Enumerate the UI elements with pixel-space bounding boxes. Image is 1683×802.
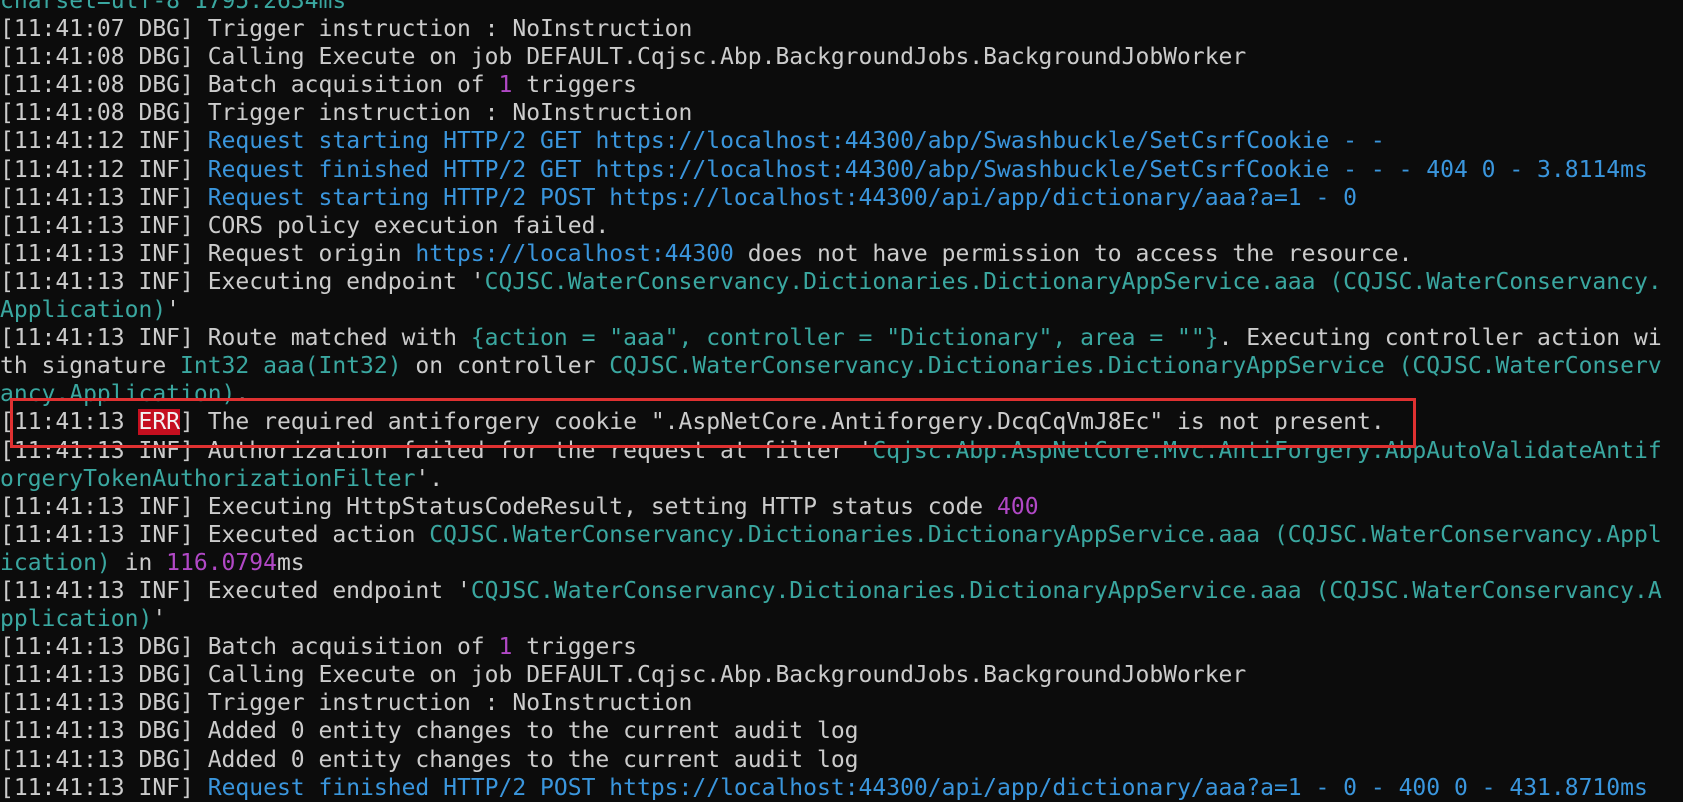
log-segment: [11:41:07 DBG] Trigger instruction : NoI… — [0, 16, 693, 43]
log-segment: [11:41:13 INF] Authorization failed for … — [0, 437, 873, 464]
log-segment: [11:41:08 DBG] Calling Execute on job DE… — [0, 44, 1247, 71]
log-segment: ' — [152, 606, 167, 633]
log-line: [11:41:13 DBG] Batch acquisition of 1 tr… — [0, 633, 1683, 661]
log-segment: [11:41:13 INF] — [0, 774, 208, 801]
log-segment: [11:41:13 DBG] Added 0 entity changes to… — [0, 746, 859, 773]
log-segment: [11:41:12 INF] — [0, 128, 208, 155]
log-line: [11:41:13 INF] Route matched with {actio… — [0, 324, 1683, 352]
log-line: [11:41:13 INF] Executed action CQJSC.Wat… — [0, 521, 1683, 549]
log-line: [11:41:13 INF] Request starting HTTP/2 P… — [0, 184, 1683, 212]
log-segment: . — [235, 381, 250, 408]
log-line: pplication)' — [0, 605, 1683, 633]
log-segment: CQJSC.WaterConservancy.Dictionaries.Dict… — [484, 268, 1662, 295]
log-segment: Request finished HTTP/2 GET https://loca… — [207, 156, 1648, 183]
log-segment: [11:41:13 INF] Executing HttpStatusCodeR… — [0, 493, 997, 520]
log-segment: [11:41:13 INF] Request origin — [0, 240, 416, 267]
log-segment: [11:41:13 INF] — [0, 184, 208, 211]
log-line: [11:41:13 INF] Executed endpoint 'CQJSC.… — [0, 577, 1683, 605]
log-segment: https://localhost:44300 — [415, 240, 734, 267]
log-segment: [11:41:13 INF] Executed endpoint ' — [0, 577, 471, 604]
log-segment: [11:41:13 INF] Route matched with — [0, 325, 471, 352]
log-segment: {action = "aaa", controller = "Dictionar… — [470, 325, 1219, 352]
log-segment: 1 — [498, 72, 513, 99]
log-segment: [11:41:08 DBG] Batch acquisition of — [0, 72, 499, 99]
log-line: [11:41:13 DBG] Calling Execute on job DE… — [0, 661, 1683, 689]
log-segment: ' — [166, 297, 181, 324]
log-segment: triggers — [512, 634, 637, 661]
log-line: [11:41:08 DBG] Trigger instruction : NoI… — [0, 99, 1683, 127]
log-segment: ication) — [0, 549, 111, 576]
log-line: [11:41:12 INF] Request starting HTTP/2 G… — [0, 127, 1683, 155]
log-segment: Application) — [0, 297, 167, 324]
log-segment: [11:41:08 DBG] Trigger instruction : NoI… — [0, 100, 693, 127]
console-output: charset=utf-8 1795.2634ms [11:41:07 DBG] … — [0, 0, 1683, 802]
log-segment: ancy.Application) — [0, 381, 236, 408]
log-segment: 1 — [498, 634, 513, 661]
log-segment: charset=utf-8 1795.2634ms — [0, 0, 347, 14]
log-segment: Request starting HTTP/2 GET https://loca… — [207, 128, 1385, 155]
log-line: [11:41:13 DBG] Added 0 entity changes to… — [0, 717, 1683, 745]
log-segment: [11:41:13 DBG] Calling Execute on job DE… — [0, 662, 1247, 689]
log-segment: [11:41:13 INF] CORS policy execution fai… — [0, 212, 610, 239]
log-line: [11:41:12 INF] Request finished HTTP/2 G… — [0, 156, 1683, 184]
log-line: [11:41:13 INF] Executing HttpStatusCodeR… — [0, 493, 1683, 521]
log-line: ication) in 116.0794ms — [0, 549, 1683, 577]
log-segment: orgeryTokenAuthorizationFilter — [0, 465, 416, 492]
log-segment: Int32 aaa(Int32) — [180, 353, 402, 380]
log-segment: pplication) — [0, 606, 153, 633]
log-segment: ] The required antiforgery cookie ".AspN… — [180, 409, 1385, 436]
log-segment: CQJSC.WaterConservancy.Dictionaries.Dict… — [609, 353, 1662, 380]
log-line: [11:41:08 DBG] Batch acquisition of 1 tr… — [0, 71, 1683, 99]
log-segment: . Executing controller action wi — [1218, 325, 1662, 352]
log-segment: ms — [276, 549, 305, 576]
log-segment: Request finished HTTP/2 POST https://loc… — [207, 774, 1648, 801]
log-line: ancy.Application). — [0, 380, 1683, 408]
log-line: orgeryTokenAuthorizationFilter'. — [0, 465, 1683, 493]
log-line: [11:41:13 ERR] The required antiforgery … — [0, 408, 1683, 436]
log-segment: 116.0794 — [166, 549, 277, 576]
log-segment: [11:41:13 INF] Executed action — [0, 521, 430, 548]
log-segment: th signature — [0, 353, 181, 380]
log-line: [11:41:13 INF] CORS policy execution fai… — [0, 212, 1683, 240]
err-level-badge: ERR — [138, 409, 181, 436]
log-segment: CQJSC.WaterConservancy.Dictionaries.Dict… — [470, 577, 1662, 604]
log-segment: [11:41:12 INF] — [0, 156, 208, 183]
log-line: [11:41:13 INF] Authorization failed for … — [0, 437, 1683, 465]
log-line: [11:41:13 DBG] Added 0 entity changes to… — [0, 746, 1683, 774]
log-segment: [11:41:13 INF] Executing endpoint ' — [0, 268, 485, 295]
log-line: [11:41:13 INF] Request origin https://lo… — [0, 240, 1683, 268]
log-line: [11:41:13 INF] Executing endpoint 'CQJSC… — [0, 268, 1683, 296]
log-segment: 400 — [997, 493, 1039, 520]
log-line: [11:41:08 DBG] Calling Execute on job DE… — [0, 43, 1683, 71]
log-line: charset=utf-8 1795.2634ms — [0, 0, 1683, 15]
log-line: [11:41:13 INF] Request finished HTTP/2 P… — [0, 774, 1683, 802]
log-segment: in — [110, 549, 167, 576]
log-segment: [11:41:13 DBG] Trigger instruction : NoI… — [0, 690, 693, 717]
log-segment: '. — [415, 465, 444, 492]
log-line: th signature Int32 aaa(Int32) on control… — [0, 352, 1683, 380]
log-segment: [11:41:13 DBG] Added 0 entity changes to… — [0, 718, 859, 745]
log-segment: Cqjsc.Abp.AspNetCore.Mvc.AntiForgery.Abp… — [872, 437, 1662, 464]
log-segment: Request starting HTTP/2 POST https://loc… — [207, 184, 1358, 211]
log-segment: [11:41:13 — [0, 409, 139, 436]
log-segment: does not have permission to access the r… — [733, 240, 1413, 267]
log-line: [11:41:13 DBG] Trigger instruction : NoI… — [0, 689, 1683, 717]
log-segment: triggers — [512, 72, 637, 99]
log-segment: on controller — [401, 353, 610, 380]
log-segment: [11:41:13 DBG] Batch acquisition of — [0, 634, 499, 661]
log-segment: CQJSC.WaterConservancy.Dictionaries.Dict… — [429, 521, 1662, 548]
log-line: Application)' — [0, 296, 1683, 324]
log-line: [11:41:07 DBG] Trigger instruction : NoI… — [0, 15, 1683, 43]
